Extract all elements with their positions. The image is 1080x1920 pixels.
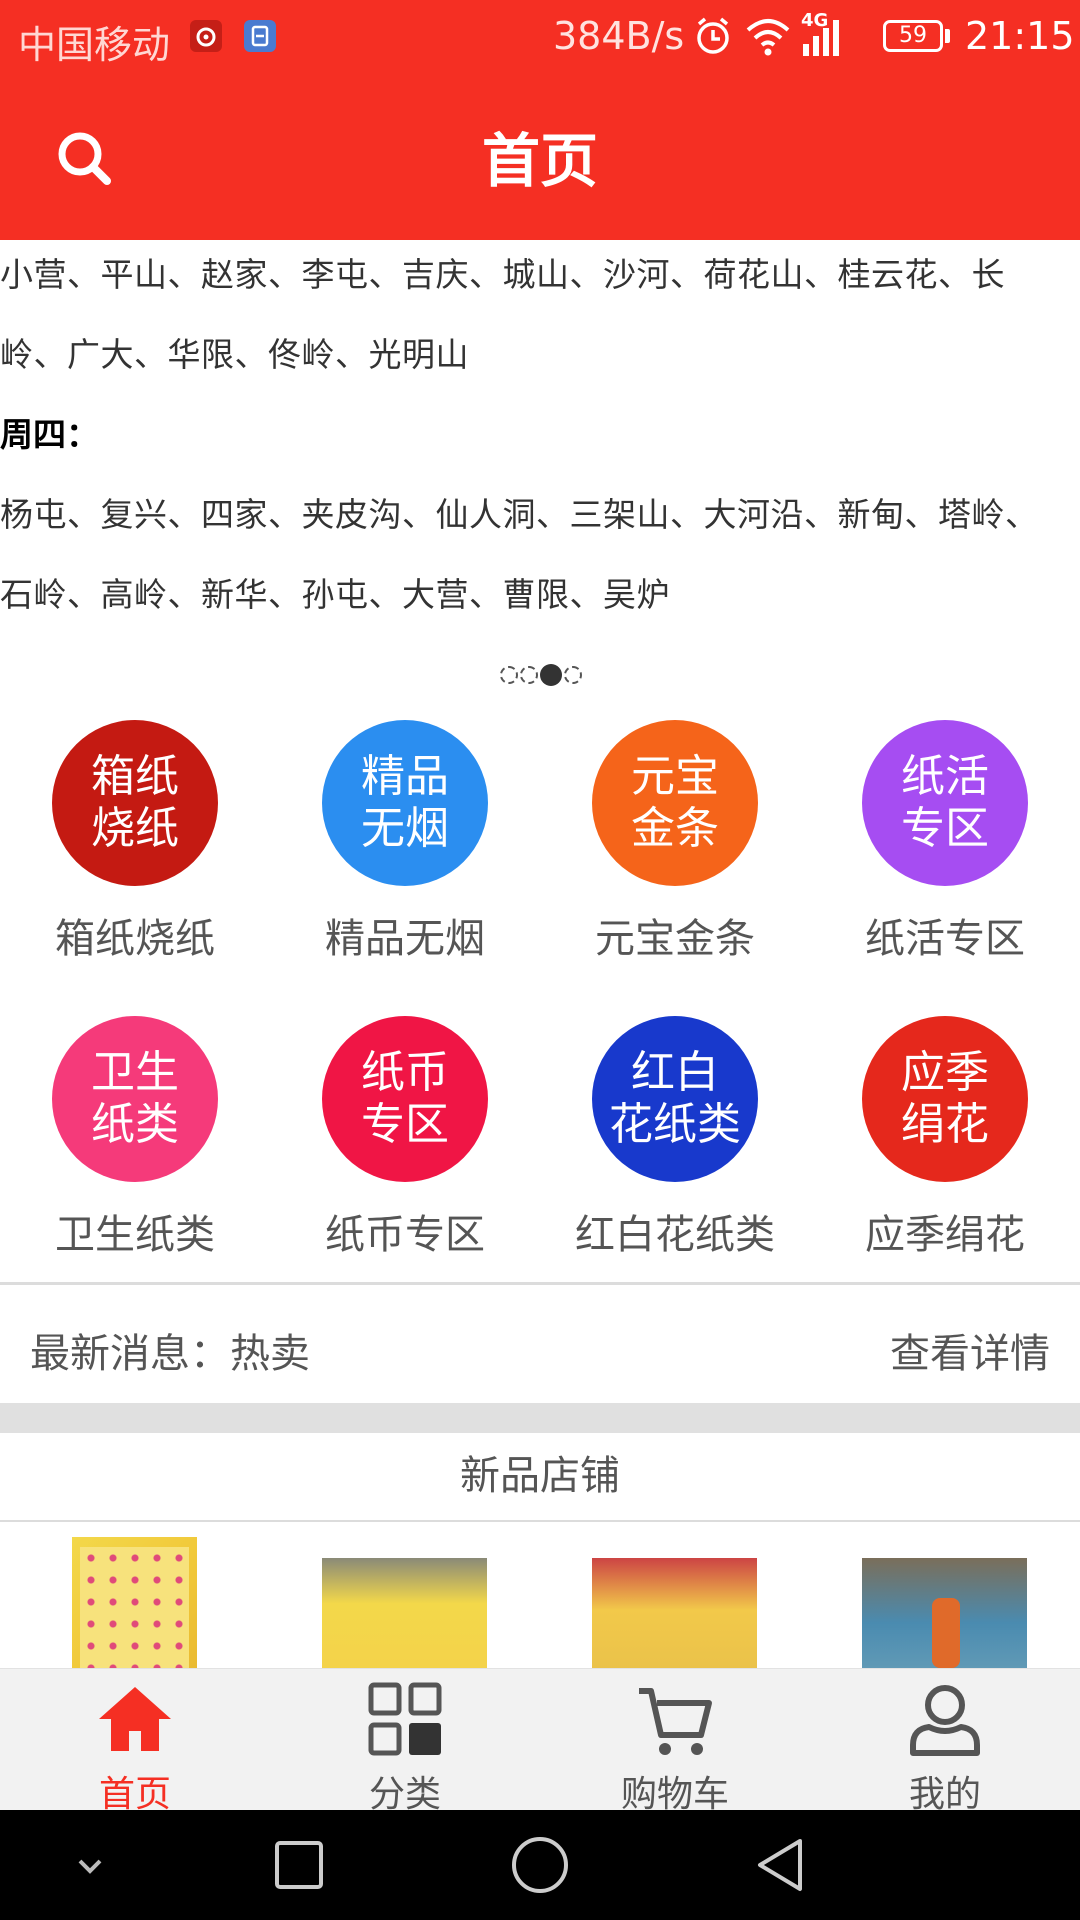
carrier-name: 中国移动 bbox=[18, 23, 171, 67]
bottom-tab-bar: 首页 分类 购物车 我的 bbox=[0, 1668, 1080, 1815]
view-details-link[interactable]: 查看详情 bbox=[890, 1321, 1050, 1379]
home-circle-icon[interactable] bbox=[510, 1835, 570, 1895]
category-circle: 红白 花纸类 bbox=[592, 1016, 758, 1182]
news-label: 最新消息：热卖 bbox=[30, 1331, 310, 1377]
status-bar: 中国移动 384B/s 4G 59 21:15 bbox=[0, 0, 1080, 74]
network-type: 4G bbox=[801, 10, 829, 31]
alarm-icon bbox=[697, 17, 729, 54]
carousel-dot-active[interactable] bbox=[540, 664, 562, 686]
category-label: 纸活专区 bbox=[865, 916, 1025, 962]
wifi-icon bbox=[746, 19, 790, 56]
new-shops-list bbox=[0, 1522, 1080, 1668]
battery-icon: 59 bbox=[883, 20, 943, 52]
category-label: 精品无烟 bbox=[325, 916, 485, 962]
category-yuanbao[interactable]: 元宝 金条 元宝金条 bbox=[540, 710, 810, 970]
new-shops-title: 新品店铺 bbox=[460, 1453, 620, 1499]
weibo-notification-icon bbox=[190, 20, 222, 52]
category-label: 纸币专区 bbox=[325, 1212, 485, 1258]
back-icon[interactable] bbox=[750, 1835, 810, 1895]
carousel-dot[interactable] bbox=[500, 666, 518, 684]
tab-mine[interactable]: 我的 bbox=[810, 1669, 1080, 1815]
product-thumbnail[interactable] bbox=[862, 1558, 1027, 1668]
category-circle: 卫生 纸类 bbox=[52, 1016, 218, 1182]
category-circle: 元宝 金条 bbox=[592, 720, 758, 886]
banner-carousel[interactable]: 小营、平山、赵家、李屯、吉庆、城山、沙河、荷花山、桂云花、长 岭、广大、华限、佟… bbox=[0, 240, 1080, 640]
carousel-dot[interactable] bbox=[564, 666, 582, 684]
user-icon bbox=[910, 1685, 980, 1756]
category-circle: 箱纸 烧纸 bbox=[52, 720, 218, 886]
category-hongbai[interactable]: 红白 花纸类 红白花纸类 bbox=[540, 1006, 810, 1266]
chevron-down-icon[interactable] bbox=[60, 1835, 120, 1895]
tab-category[interactable]: 分类 bbox=[270, 1669, 540, 1815]
section-spacer bbox=[0, 1403, 1080, 1433]
category-zhihuo[interactable]: 纸活 专区 纸活专区 bbox=[810, 710, 1080, 970]
cart-icon bbox=[639, 1688, 712, 1755]
category-xiangzhi[interactable]: 箱纸 烧纸 箱纸烧纸 bbox=[0, 710, 270, 970]
category-weisheng[interactable]: 卫生 纸类 卫生纸类 bbox=[0, 1006, 270, 1266]
banner-day-label: 周四： bbox=[0, 415, 99, 454]
category-label: 箱纸烧纸 bbox=[55, 916, 215, 962]
network-speed: 384B/s bbox=[553, 14, 685, 58]
banner-text-line: 石岭、高岭、新华、孙屯、大营、曹限、吴炉 bbox=[0, 575, 670, 614]
carousel-dot[interactable] bbox=[520, 666, 538, 684]
category-jingpin[interactable]: 精品 无烟 精品无烟 bbox=[270, 710, 540, 970]
home-icon bbox=[99, 1687, 171, 1751]
category-zhibi[interactable]: 纸币 专区 纸币专区 bbox=[270, 1006, 540, 1266]
category-circle: 应季 绢花 bbox=[862, 1016, 1028, 1182]
product-thumbnail[interactable] bbox=[592, 1558, 757, 1668]
news-row: 最新消息：热卖 查看详情 bbox=[0, 1285, 1080, 1403]
category-label: 应季绢花 bbox=[865, 1212, 1025, 1258]
tab-cart[interactable]: 购物车 bbox=[540, 1669, 810, 1815]
category-label: 卫生纸类 bbox=[55, 1212, 215, 1258]
app-notification-icon bbox=[244, 20, 276, 52]
category-label: 元宝金条 bbox=[595, 916, 755, 962]
category-circle: 纸活 专区 bbox=[862, 720, 1028, 886]
category-yingji[interactable]: 应季 绢花 应季绢花 bbox=[810, 1006, 1080, 1266]
category-label: 红白花纸类 bbox=[575, 1212, 775, 1258]
product-thumbnail[interactable] bbox=[322, 1558, 487, 1668]
product-thumbnail[interactable] bbox=[72, 1537, 197, 1668]
clock: 21:15 bbox=[965, 14, 1075, 58]
banner-text-line: 杨屯、复兴、四家、夹皮沟、仙人洞、三架山、大河沿、新甸、塔岭、 bbox=[0, 495, 1039, 534]
system-nav-bar bbox=[0, 1810, 1080, 1920]
banner-text-line: 小营、平山、赵家、李屯、吉庆、城山、沙河、荷花山、桂云花、长 bbox=[0, 255, 1005, 294]
recent-apps-icon[interactable] bbox=[270, 1835, 330, 1895]
battery-tip bbox=[945, 29, 950, 43]
category-circle: 精品 无烟 bbox=[322, 720, 488, 886]
tab-home[interactable]: 首页 bbox=[0, 1669, 270, 1815]
app-header: 首页 bbox=[0, 74, 1080, 240]
banner-text-line: 岭、广大、华限、佟岭、光明山 bbox=[0, 335, 469, 374]
category-grid: 箱纸 烧纸 箱纸烧纸 精品 无烟 精品无烟 元宝 金条 元宝金条 纸活 专区 纸活专区 … bbox=[0, 710, 1080, 1280]
page-title: 首页 bbox=[481, 127, 598, 195]
category-circle: 纸币 专区 bbox=[322, 1016, 488, 1182]
grid-icon bbox=[368, 1682, 442, 1756]
